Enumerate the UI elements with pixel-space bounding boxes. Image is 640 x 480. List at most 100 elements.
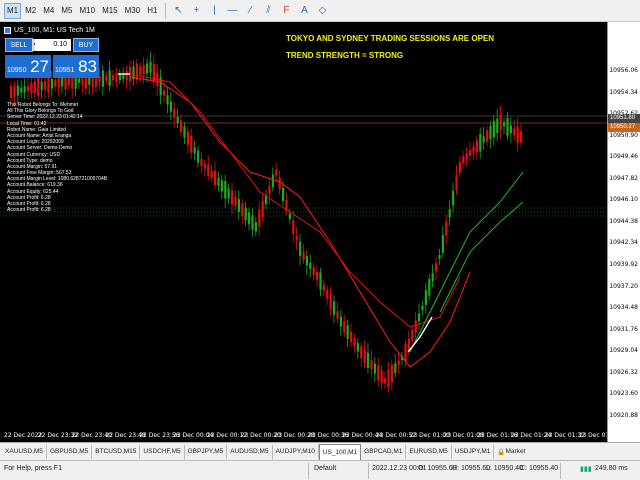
candle-body — [275, 169, 278, 176]
price-tick-label: 10947.82 — [609, 174, 638, 182]
chart-tab-btcusd-m15[interactable]: BTCUSD,M15 — [92, 444, 141, 459]
candle-body — [105, 75, 108, 81]
candle-body — [411, 330, 414, 341]
candle-body — [438, 254, 441, 259]
equidistant-channel-icon[interactable]: ⫽ — [261, 3, 275, 19]
timeframe-m2[interactable]: M2 — [22, 3, 39, 19]
timeframe-h1[interactable]: H1 — [144, 3, 160, 19]
candle-body — [142, 64, 145, 75]
price-tick-label: 10923.60 — [609, 390, 638, 398]
info-line: Account Profit: 6.28 — [7, 207, 51, 214]
candle-body — [455, 175, 458, 191]
ask-price-box[interactable]: 10951 83 — [53, 55, 99, 78]
candle-body — [295, 235, 298, 240]
candle-body — [299, 241, 302, 257]
bid-price-box[interactable]: 10950 27 — [5, 55, 51, 78]
chart-tab-gbpjpy-m5[interactable]: GBPJPY,M5 — [185, 444, 228, 459]
ask-price-prefix: 10951 — [55, 67, 75, 74]
timeframe-m5[interactable]: M5 — [58, 3, 75, 19]
toolbar: M1 M2 M4 M5 M10 M15 M30 H1 ↖ + | — ⁄ ⫽ F A ◇ — [0, 0, 640, 22]
candle-body — [503, 122, 506, 127]
chart-tab-audjpy-m10[interactable]: AUDJPY,M10 — [273, 444, 319, 459]
chart-tab-usdchf-m5[interactable]: USDCHF,M5 — [140, 444, 185, 459]
candle-body — [390, 364, 393, 382]
candle-body — [210, 170, 213, 178]
price-tick-label: 10954.34 — [609, 88, 638, 96]
drawing-tools-group: ↖ + | — ⁄ ⫽ F A ◇ — [171, 3, 329, 19]
chart-tab-market[interactable]: 🔒 Market — [494, 445, 528, 459]
timeframe-m15[interactable]: M15 — [99, 3, 121, 19]
candle-body — [475, 140, 478, 152]
candle-body — [458, 162, 461, 173]
candle-body — [309, 262, 312, 269]
ask-price-pips: 83 — [78, 57, 97, 76]
timeframe-m30[interactable]: M30 — [122, 3, 144, 19]
candle-body — [146, 63, 149, 74]
candle-body — [115, 72, 118, 82]
sell-button[interactable]: SELL — [5, 38, 33, 52]
candle-body — [193, 147, 196, 154]
vertical-line-icon[interactable]: | — [207, 3, 221, 19]
chart-tab-label: XAUUSD,M5 — [5, 448, 43, 455]
price-tick-label: 10934.48 — [609, 304, 638, 312]
chart-tab-label: US_100,M1 — [322, 448, 358, 456]
chart-tab-usdjpy-m1[interactable]: USDJPY,M1 — [452, 444, 495, 459]
candle-body — [333, 301, 336, 315]
chart-tab-gbpusd-m5[interactable]: GBPUSD,M5 — [47, 444, 93, 459]
candle-body — [496, 118, 499, 134]
status-profile: Default — [314, 465, 337, 472]
candle-body — [197, 150, 200, 163]
trend-line-icon[interactable]: ⁄ — [243, 3, 257, 19]
candle-body — [472, 146, 475, 153]
candle-body — [135, 63, 138, 80]
candle-body — [292, 220, 295, 234]
candle-body — [356, 342, 359, 352]
timeframe-m4[interactable]: M4 — [40, 3, 57, 19]
price-chart[interactable]: US_100, M1: US Tech 1M SELL ▾ 0.10 BUY 1… — [0, 22, 607, 442]
buy-button[interactable]: BUY — [73, 38, 99, 52]
shapes-icon[interactable]: ◇ — [315, 3, 329, 19]
candle-body — [258, 209, 261, 227]
candle-body — [424, 290, 427, 305]
candle-body — [139, 66, 142, 75]
timeframe-m10[interactable]: M10 — [77, 3, 99, 19]
chart-tab-audusd-m5[interactable]: AUDUSD,M5 — [227, 444, 273, 459]
candle-body — [241, 203, 244, 216]
candle-body — [448, 209, 451, 218]
candle-body — [506, 117, 509, 136]
status-traffic: 249.80 ms — [595, 465, 628, 472]
chart-tab-xauusd-m5[interactable]: XAUUSD,M5 — [2, 444, 47, 459]
price-axis[interactable]: 10956.0610954.3410952.6210950.9010949.46… — [607, 22, 640, 442]
candle-body — [163, 90, 166, 96]
horizontal-line-icon[interactable]: — — [225, 3, 239, 19]
price-tick-label: 10956.06 — [609, 67, 638, 74]
candle-body — [183, 126, 186, 138]
fibonacci-icon[interactable]: F — [279, 3, 293, 19]
candle-body — [397, 361, 400, 366]
chart-tab-eurusd-m5[interactable]: EURUSD,M5 — [406, 444, 452, 459]
chart-tab-us-100-m1[interactable]: US_100,M1 — [318, 443, 362, 460]
timeframe-m1[interactable]: M1 — [4, 2, 22, 19]
candle-body — [435, 263, 438, 271]
price-tick-label: 10949.46 — [609, 153, 638, 161]
status-low: L: 10950.40 — [486, 465, 523, 472]
candle-body — [492, 121, 495, 138]
text-icon[interactable]: A — [297, 3, 311, 19]
candle-body — [227, 188, 230, 199]
candle-body — [149, 61, 152, 73]
candle-body — [414, 320, 417, 333]
crosshair-icon[interactable]: + — [189, 3, 203, 19]
status-help: For Help, press F1 — [4, 465, 62, 472]
candle-body — [271, 174, 274, 188]
candle-body — [101, 70, 104, 87]
symbol-icon — [4, 27, 11, 34]
candle-body — [237, 199, 240, 212]
chart-tab-gbpcad-m1[interactable]: GBPCAD,M1 — [361, 444, 407, 459]
candle-body — [486, 130, 489, 142]
candle-body — [394, 363, 397, 373]
chart-tab-label: GBPCAD,M1 — [364, 448, 403, 455]
lot-size-input[interactable]: 0.10 — [35, 39, 71, 51]
cursor-icon[interactable]: ↖ — [171, 3, 185, 19]
price-tick-label: 10939.92 — [609, 261, 638, 269]
chart-tab-label: GBPUSD,M5 — [49, 448, 89, 455]
